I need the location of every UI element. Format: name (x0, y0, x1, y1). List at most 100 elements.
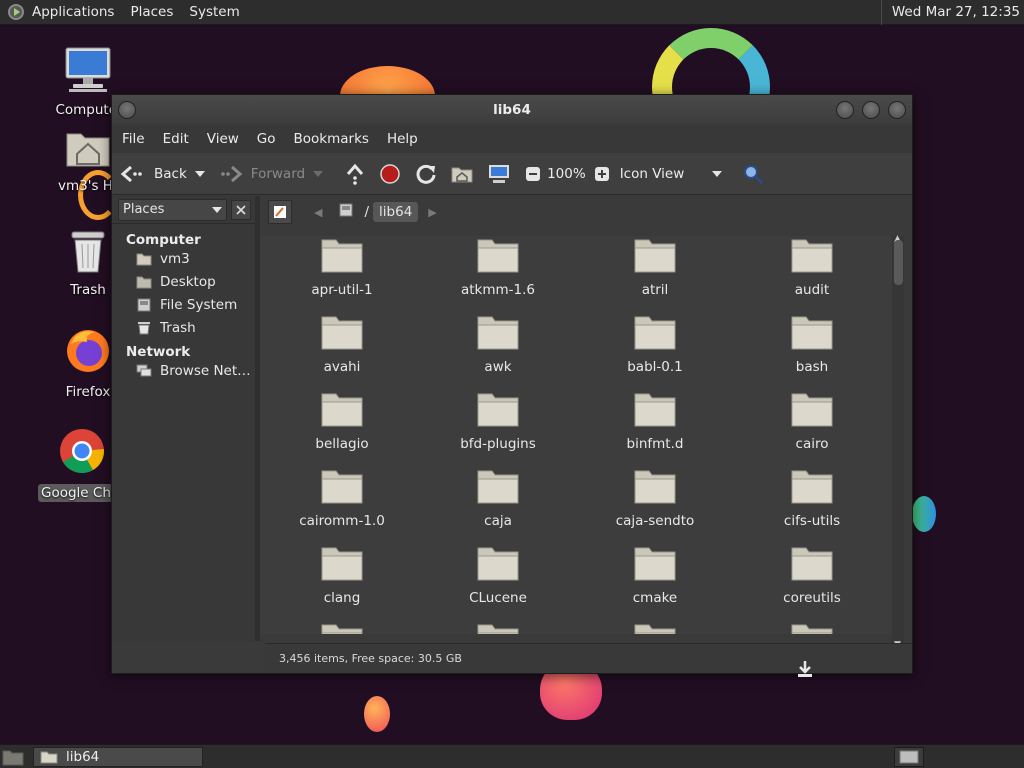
file-item[interactable]: coreutils (734, 544, 890, 606)
sidebar-item-browse-network[interactable]: Browse Net… (112, 360, 255, 383)
window-titlebar[interactable]: lib64 (112, 95, 912, 125)
file-name: apr-util-1 (311, 282, 373, 298)
clock[interactable]: Wed Mar 27, 12:35 (880, 0, 1024, 25)
places-menu[interactable]: Places (130, 4, 173, 20)
file-item[interactable]: bash (734, 313, 890, 375)
file-name: bash (795, 359, 829, 375)
file-item[interactable]: avahi (264, 313, 420, 375)
file-item[interactable]: cairo (734, 390, 890, 452)
file-item[interactable] (420, 621, 576, 634)
breadcrumb-right-arrow[interactable]: ▶ (428, 206, 436, 219)
chevron-down-icon[interactable] (194, 170, 205, 177)
show-desktop-icon[interactable] (2, 748, 24, 766)
file-item[interactable]: atril (577, 236, 733, 298)
stop-icon (380, 163, 400, 184)
file-item[interactable]: bellagio (264, 390, 420, 452)
file-item[interactable] (577, 621, 733, 634)
close-button[interactable] (888, 101, 906, 119)
zoom-out-icon[interactable] (525, 166, 541, 182)
file-grid: apr-util-1 atkmm-1.6 atril audit avahi awk bab… (260, 236, 892, 634)
system-menu[interactable]: System (189, 4, 239, 20)
home-icon (136, 253, 152, 266)
file-item[interactable] (734, 621, 890, 634)
file-item[interactable]: binfmt.d (577, 390, 733, 452)
file-item[interactable]: cmake (577, 544, 733, 606)
file-name: babl-0.1 (627, 359, 683, 375)
file-name: atril (641, 282, 669, 298)
location-bar: ◀ / lib64 ▶ (260, 196, 912, 228)
workspace-icon (899, 750, 919, 764)
window-menu-button[interactable] (118, 101, 136, 119)
computer-button[interactable] (487, 163, 511, 185)
file-item[interactable]: babl-0.1 (577, 313, 733, 375)
file-item[interactable]: clang (264, 544, 420, 606)
toggle-location-entry-button[interactable] (268, 200, 292, 224)
sidebar-item-trash[interactable]: Trash (112, 317, 255, 340)
file-item[interactable]: awk (420, 313, 576, 375)
chevron-down-icon[interactable] (313, 170, 324, 177)
file-item[interactable]: apr-util-1 (264, 236, 420, 298)
menu-bookmarks[interactable]: Bookmarks (294, 131, 369, 147)
file-item[interactable]: caja-sendto (577, 467, 733, 529)
back-label: Back (154, 165, 187, 182)
content-area: Places Computer vm3 Desktop File System (112, 196, 912, 650)
menu-edit[interactable]: Edit (163, 131, 189, 147)
file-item[interactable]: audit (734, 236, 890, 298)
folder-icon (477, 393, 519, 427)
workspace-switcher[interactable] (894, 747, 924, 767)
up-button[interactable] (345, 163, 365, 185)
folder-icon (321, 547, 363, 581)
sidebar-item-home[interactable]: vm3 (112, 248, 255, 271)
file-name: coreutils (783, 590, 841, 606)
sidebar-selector[interactable]: Places (118, 198, 227, 221)
menu-view[interactable]: View (207, 131, 239, 147)
file-item[interactable]: caja (420, 467, 576, 529)
search-button[interactable] (742, 163, 764, 185)
file-item[interactable]: atkmm-1.6 (420, 236, 576, 298)
folder-icon (791, 316, 833, 350)
edit-icon (274, 206, 286, 218)
drive-icon (339, 203, 353, 217)
file-item[interactable]: bfd-plugins (420, 390, 576, 452)
scrollbar-thumb[interactable] (894, 240, 903, 285)
sidebar-item-label: Desktop (160, 274, 216, 290)
breadcrumb-current[interactable]: lib64 (373, 202, 419, 222)
reload-button[interactable] (415, 163, 437, 185)
breadcrumb-separator: / (364, 204, 370, 220)
vertical-scrollbar[interactable]: ▲ ▼ (892, 234, 904, 650)
breadcrumb-root[interactable] (332, 201, 360, 223)
sidebar-item-desktop[interactable]: Desktop (112, 271, 255, 294)
file-name: cairo (795, 436, 829, 452)
menu-help[interactable]: Help (387, 131, 418, 147)
minimize-button[interactable] (836, 101, 854, 119)
home-button[interactable] (451, 165, 473, 183)
top-panel: Applications Places System Wed Mar 27, 1… (0, 0, 1024, 25)
folder-icon (477, 239, 519, 273)
file-item[interactable]: CLucene (420, 544, 576, 606)
file-item[interactable] (264, 621, 420, 634)
sidebar-item-file-system[interactable]: File System (112, 294, 255, 317)
reload-icon (416, 164, 436, 184)
view-mode-select[interactable]: Icon View (620, 166, 723, 182)
zoom-in-icon[interactable] (594, 166, 610, 182)
breadcrumb-left-arrow[interactable]: ◀ (314, 206, 322, 219)
folder-icon (791, 393, 833, 427)
maximize-button[interactable] (862, 101, 880, 119)
folder-icon (634, 624, 676, 634)
drive-icon (137, 298, 151, 312)
menu-file[interactable]: File (122, 131, 145, 147)
file-item[interactable]: cifs-utils (734, 467, 890, 529)
mate-menu-icon[interactable] (8, 4, 24, 20)
menu-go[interactable]: Go (257, 131, 276, 147)
trash-icon (138, 322, 150, 335)
stop-button[interactable] (379, 163, 401, 185)
file-name: cmake (632, 590, 678, 606)
file-item[interactable]: cairomm-1.0 (264, 467, 420, 529)
taskbar-item-lib64[interactable]: lib64 (33, 747, 203, 767)
back-button[interactable]: Back (120, 164, 205, 184)
trash-icon (71, 231, 105, 273)
applications-menu[interactable]: Applications (32, 4, 114, 20)
desktop-icon-label: Firefox (65, 384, 111, 400)
forward-button[interactable]: Forward (219, 164, 324, 184)
close-sidebar-button[interactable] (231, 199, 251, 220)
